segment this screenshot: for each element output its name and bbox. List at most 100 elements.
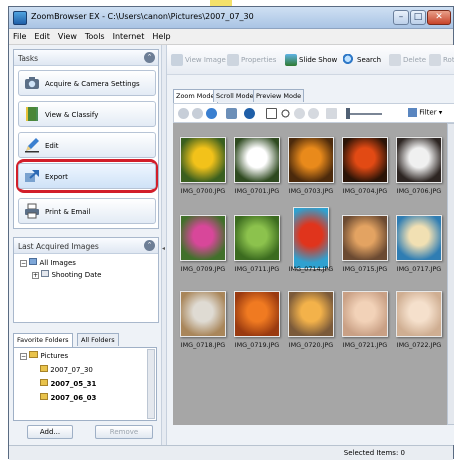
- maximize-button[interactable]: □: [410, 10, 426, 25]
- thumbnail-caption: IMG_0703.JPG: [288, 187, 334, 195]
- view-image-button[interactable]: View Image: [171, 53, 226, 67]
- zoom-out-icon[interactable]: [294, 108, 305, 119]
- collapse-icon[interactable]: ⌃: [144, 240, 155, 251]
- task-acquire-button[interactable]: Acquire & Camera Settings: [18, 70, 156, 96]
- properties-icon: [227, 54, 239, 66]
- tab-preview-mode[interactable]: Preview Mode: [253, 89, 305, 102]
- menu-file[interactable]: File: [9, 29, 30, 41]
- task-label: Edit: [45, 142, 59, 150]
- thumbnail-caption: IMG_0711.JPG: [234, 265, 280, 273]
- thumbnail-image[interactable]: [234, 291, 280, 337]
- menu-internet[interactable]: Internet: [109, 29, 149, 41]
- tree-item-2007-06-03[interactable]: 2007_06_03: [40, 393, 96, 402]
- thumbnail-image[interactable]: [180, 215, 226, 261]
- thumbnail-image[interactable]: [180, 291, 226, 337]
- tree-item-2007-07-30[interactable]: 2007_07_30: [40, 365, 93, 374]
- toolbar-label: Slide Show: [299, 56, 338, 64]
- thumbnail-image[interactable]: [342, 215, 388, 261]
- task-export-button[interactable]: Export: [18, 163, 156, 189]
- thumbnail-image[interactable]: [342, 137, 388, 183]
- thumbnail-caption: IMG_0722.JPG: [396, 341, 442, 349]
- images-icon: [29, 258, 38, 265]
- close-button[interactable]: ✕: [427, 10, 451, 25]
- camera-icon: [25, 77, 39, 89]
- tree-item-shooting-date[interactable]: + Shooting Date: [32, 270, 101, 279]
- thumbnail-image[interactable]: [342, 291, 388, 337]
- add-folder-button[interactable]: Add...: [27, 425, 73, 439]
- task-view-classify-button[interactable]: View & Classify: [18, 101, 156, 127]
- info-icon[interactable]: [244, 108, 255, 119]
- thumbnail-caption: IMG_0719.JPG: [234, 341, 280, 349]
- remove-folder-button[interactable]: Remove: [95, 425, 153, 439]
- tree-label: 2007_06_03: [50, 394, 97, 402]
- zoom-fit-icon[interactable]: [308, 108, 319, 119]
- tab-scroll-mode[interactable]: Scroll Mode: [213, 89, 257, 102]
- task-label: Acquire & Camera Settings: [45, 80, 140, 88]
- thumbnail-image[interactable]: [396, 291, 442, 337]
- thumbnail-image[interactable]: [288, 291, 334, 337]
- zoom-in-icon[interactable]: [280, 108, 291, 119]
- thumbnail-image[interactable]: [234, 137, 280, 183]
- task-edit-button[interactable]: Edit: [18, 132, 156, 158]
- window-title: ZoomBrowser EX - C:\Users\canon\Pictures…: [31, 12, 254, 21]
- back-icon[interactable]: [178, 108, 189, 119]
- select-pointer-icon[interactable]: [266, 108, 277, 119]
- grid-icon[interactable]: [326, 108, 337, 119]
- thumbnail-caption: IMG_0700.JPG: [180, 187, 226, 195]
- tree-label: 2007_05_31: [50, 380, 97, 388]
- collapse-icon[interactable]: ⌃: [144, 52, 155, 63]
- tree-item-2007-05-31[interactable]: 2007_05_31: [40, 379, 96, 388]
- thumbnail-caption: IMG_0720.JPG: [288, 341, 334, 349]
- folder-icon: [29, 351, 39, 358]
- menu-edit[interactable]: Edit: [30, 29, 54, 41]
- folder-icon: [26, 107, 38, 121]
- thumbnail-caption: IMG_0714.JPG: [288, 265, 334, 273]
- task-label: View & Classify: [45, 111, 99, 119]
- expand-icon[interactable]: −: [20, 353, 27, 360]
- rotate-button[interactable]: Rota: [429, 53, 454, 67]
- slide-show-button[interactable]: Slide Show: [285, 53, 337, 67]
- view-toolbar: Filter ▾: [173, 103, 454, 123]
- tab-favorite-folders[interactable]: Favorite Folders: [13, 333, 73, 347]
- thumbnail-image[interactable]: [180, 137, 226, 183]
- tab-all-folders[interactable]: All Folders: [77, 333, 119, 346]
- thumbnail-image[interactable]: [234, 215, 280, 261]
- properties-button[interactable]: Properties: [227, 53, 276, 67]
- last-acquired-header: Last Acquired Images ⌃: [14, 238, 158, 254]
- zoom-slider[interactable]: [346, 113, 382, 115]
- menu-bar: File Edit View Tools Internet Help: [9, 29, 453, 45]
- thumbnail-image[interactable]: [396, 215, 442, 261]
- tree-label: Shooting Date: [51, 271, 102, 279]
- task-print-email-button[interactable]: Print & Email: [18, 198, 156, 224]
- filter-button[interactable]: Filter ▾: [408, 108, 442, 117]
- expand-icon[interactable]: +: [32, 272, 39, 279]
- zoom-slider-handle[interactable]: [346, 108, 350, 119]
- forward-icon[interactable]: [192, 108, 203, 119]
- tab-zoom-mode[interactable]: Zoom Mode: [173, 89, 218, 103]
- folder-scrollbar[interactable]: [147, 349, 155, 419]
- minimize-button[interactable]: –: [393, 10, 409, 25]
- toolbar-label: Search: [357, 56, 382, 64]
- collapse-arrow-icon[interactable]: ◂: [162, 245, 165, 252]
- thumbnail-grid: IMG_0700.JPG IMG_0701.JPG IMG_0703.JPG IMG_…: [173, 123, 454, 425]
- thumbnail-image[interactable]: [293, 207, 329, 269]
- thumbnail-image[interactable]: [396, 137, 442, 183]
- grid-scrollbar[interactable]: [447, 123, 454, 425]
- up-icon[interactable]: [206, 108, 217, 119]
- filter-label: Filter: [419, 108, 437, 117]
- expand-icon[interactable]: −: [20, 260, 27, 267]
- menu-tools[interactable]: Tools: [81, 29, 109, 41]
- toolbar-label: Delete: [403, 56, 426, 64]
- thumbnail-caption: IMG_0715.JPG: [342, 265, 388, 273]
- tree-item-pictures[interactable]: − Pictures: [20, 351, 68, 360]
- delete-button[interactable]: Delete: [389, 53, 426, 67]
- export-icon: [25, 170, 39, 182]
- tree-item-all-images[interactable]: − All Images: [20, 258, 76, 267]
- thumbnail-image[interactable]: [288, 137, 334, 183]
- tree-label: All Images: [39, 259, 76, 267]
- app-window: ZoomBrowser EX - C:\Users\canon\Pictures…: [8, 6, 454, 460]
- menu-help[interactable]: Help: [148, 29, 174, 41]
- search-button[interactable]: Search: [343, 53, 381, 67]
- menu-view[interactable]: View: [54, 29, 81, 41]
- display-mode-icon[interactable]: [226, 108, 237, 119]
